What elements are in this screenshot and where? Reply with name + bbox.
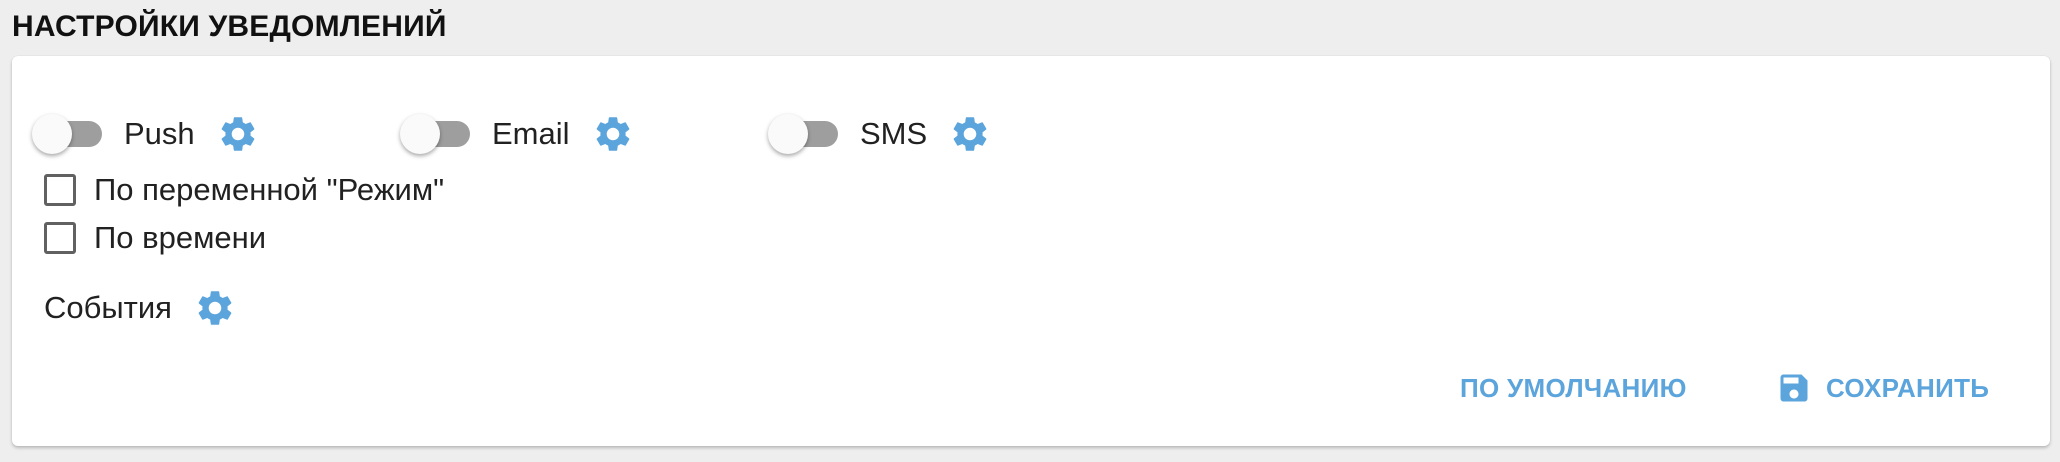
sms-label: SMS bbox=[860, 116, 928, 151]
notification-settings-card: Push Email SMS По переменной "Режим" По … bbox=[12, 56, 2050, 446]
sms-toggle-thumb bbox=[768, 114, 808, 154]
channel-push: Push bbox=[32, 104, 259, 164]
gear-icon[interactable] bbox=[949, 113, 991, 155]
save-button-label: СОХРАНИТЬ bbox=[1826, 372, 1990, 403]
email-toggle-thumb bbox=[400, 114, 440, 154]
mode-variable-label: По переменной "Режим" bbox=[94, 172, 445, 207]
gear-icon[interactable] bbox=[194, 287, 236, 329]
save-button[interactable]: СОХРАНИТЬ bbox=[1776, 360, 1989, 416]
page-title: НАСТРОЙКИ УВЕДОМЛЕНИЙ bbox=[12, 10, 447, 43]
push-label: Push bbox=[124, 116, 195, 151]
mode-variable-checkbox[interactable] bbox=[44, 174, 76, 206]
email-toggle[interactable] bbox=[400, 114, 474, 154]
push-toggle[interactable] bbox=[32, 114, 106, 154]
default-button[interactable]: ПО УМОЛЧАНИЮ bbox=[1460, 360, 1687, 416]
events-row: События bbox=[44, 278, 236, 338]
channel-email: Email bbox=[400, 104, 634, 164]
option-by-time: По времени bbox=[44, 216, 266, 260]
push-toggle-thumb bbox=[32, 114, 72, 154]
email-label: Email bbox=[492, 116, 570, 151]
sms-toggle[interactable] bbox=[768, 114, 842, 154]
gear-icon[interactable] bbox=[592, 113, 634, 155]
option-mode-variable: По переменной "Режим" bbox=[44, 168, 444, 212]
channel-sms: SMS bbox=[768, 104, 991, 164]
events-label: События bbox=[44, 290, 172, 325]
floppy-disk-icon bbox=[1776, 370, 1812, 406]
by-time-checkbox[interactable] bbox=[44, 222, 76, 254]
gear-icon[interactable] bbox=[217, 113, 259, 155]
by-time-label: По времени bbox=[94, 220, 267, 255]
